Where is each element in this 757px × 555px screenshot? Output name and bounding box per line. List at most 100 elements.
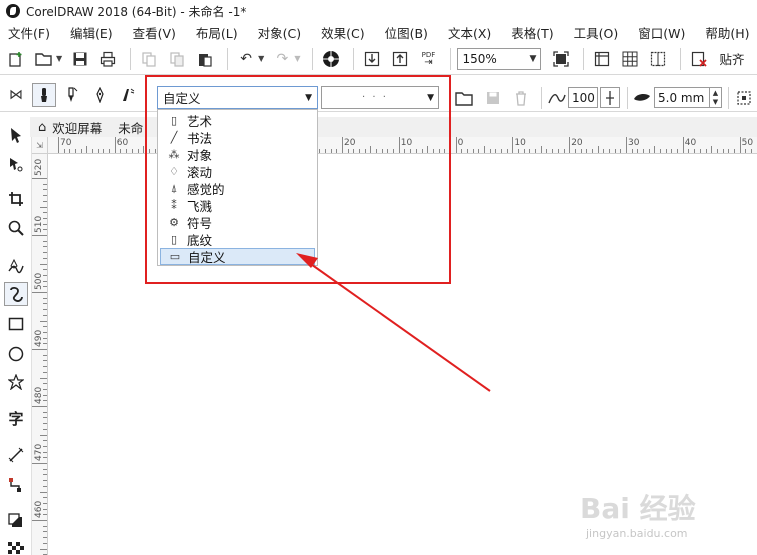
horizontal-ruler[interactable]: 7060504030201001020304050 (48, 137, 757, 154)
drop-shadow-tool-icon[interactable] (4, 509, 28, 533)
drawing-canvas[interactable] (48, 154, 757, 555)
menu-view[interactable]: 查看(V) (133, 23, 176, 42)
copy-icon[interactable] (165, 47, 189, 71)
snap-to-label[interactable]: 贴齐 (719, 49, 744, 68)
ruler-minor-tick (154, 149, 156, 153)
stroke-width-spinner[interactable]: ▲ ▼ (710, 87, 722, 108)
artistic-media-tool-icon[interactable] (4, 282, 28, 306)
save-icon[interactable] (68, 47, 92, 71)
mirror-horizontal-icon[interactable]: ⋈ (4, 83, 28, 107)
menu-effects[interactable]: 效果(C) (321, 23, 364, 42)
export-icon[interactable] (388, 47, 412, 71)
brush-stroke-preview: · · · (362, 92, 388, 103)
menu-layout[interactable]: 布局(L) (196, 23, 238, 42)
stroke-width-field[interactable]: 5.0 mm (654, 87, 710, 108)
preset-item[interactable]: ⚙ 符号 (160, 214, 315, 231)
ruler-minor-tick (43, 542, 47, 544)
zoom-tool-icon[interactable] (4, 216, 28, 240)
publish-pdf-icon[interactable]: PDF ⇥ (416, 47, 440, 71)
menu-object[interactable]: 对象(C) (258, 23, 301, 42)
smoothing-slider-icon[interactable] (600, 87, 620, 108)
import-icon[interactable] (360, 47, 384, 71)
save-stroke-icon[interactable] (484, 89, 502, 107)
ruler-minor-tick (472, 149, 474, 153)
show-grid-icon[interactable] (618, 47, 642, 71)
paste-icon[interactable] (193, 47, 217, 71)
ruler-minor-tick (529, 149, 531, 153)
preset-item[interactable]: ⁂ 对象 (160, 146, 315, 163)
ruler-minor-tick (137, 149, 139, 153)
calligraphic-mode-icon[interactable] (116, 83, 140, 107)
text-tool-icon[interactable]: 字 (4, 406, 28, 430)
new-document-icon[interactable] (4, 47, 28, 71)
spin-down-icon[interactable]: ▼ (713, 98, 718, 107)
ellipse-tool-icon[interactable] (4, 342, 28, 366)
search-content-icon[interactable] (319, 47, 343, 71)
connector-tool-icon[interactable] (4, 473, 28, 497)
brush-mode-icon[interactable] (60, 83, 84, 107)
star-polygon-tool-icon[interactable] (4, 370, 28, 394)
preset-mode-brush-icon[interactable] (32, 82, 56, 107)
shape-tool-icon[interactable] (4, 152, 28, 176)
ruler-label: 500 (34, 272, 44, 290)
redo-dropdown-chevron-icon[interactable]: ▼ (294, 54, 300, 63)
bounding-box-icon[interactable] (735, 89, 753, 107)
smoothing-field[interactable]: 100 (568, 87, 598, 108)
open-folder-icon[interactable] (32, 47, 56, 71)
preset-item[interactable]: ▯ 艺术 (160, 112, 315, 129)
open-dropdown-chevron-icon[interactable]: ▼ (56, 54, 62, 63)
ruler-major-tick (114, 137, 116, 153)
menu-text[interactable]: 文本(X) (448, 23, 491, 42)
undo-dropdown-chevron-icon[interactable]: ▼ (258, 54, 264, 63)
stroke-chevron-down-icon[interactable]: ▼ (427, 93, 434, 103)
redo-icon[interactable]: ↷ (270, 47, 294, 71)
crop-tool-icon[interactable] (4, 187, 28, 211)
snap-off-icon[interactable] (687, 47, 711, 71)
preset-item[interactable]: ▯ 底纹 (160, 231, 315, 248)
preset-category-combo[interactable]: 自定义 ▼ (157, 86, 318, 109)
preset-item[interactable]: ╱ 书法 (160, 129, 315, 146)
browse-folder-icon[interactable] (455, 89, 473, 107)
parallel-dimension-tool-icon[interactable] (4, 443, 28, 467)
menu-edit[interactable]: 编辑(E) (70, 23, 113, 42)
preset-chevron-down-icon[interactable]: ▼ (305, 93, 312, 103)
rectangle-tool-icon[interactable] (4, 312, 28, 336)
cut-icon[interactable] (137, 47, 161, 71)
toolbar-separator (227, 47, 229, 70)
menu-table[interactable]: 表格(T) (511, 23, 553, 42)
menu-help[interactable]: 帮助(H) (705, 23, 749, 42)
tab-welcome-screen[interactable]: ⌂ 欢迎屏幕 (30, 117, 110, 137)
brush-stroke-combo[interactable]: · · · ▼ (321, 86, 439, 109)
preset-item[interactable]: ♢ 滚动 (160, 163, 315, 180)
preset-item[interactable]: ▭ 自定义 (160, 248, 315, 265)
pdf-arrow-icon: ⇥ (424, 56, 433, 68)
ruler-minor-tick (728, 149, 730, 153)
transparency-tool-icon[interactable] (4, 537, 28, 555)
freehand-tool-icon[interactable] (4, 254, 28, 278)
tab-untitled[interactable]: 未命 (110, 117, 151, 137)
menu-tools[interactable]: 工具(O) (574, 23, 619, 42)
menu-bitmaps[interactable]: 位图(B) (385, 23, 428, 42)
preset-item[interactable]: ⁑ 飞溅 (160, 197, 315, 214)
zoom-level-combo[interactable]: 150% ▼ (457, 47, 542, 70)
preset-item[interactable]: ⍋ 感觉的 (160, 180, 315, 198)
pick-tool-icon[interactable] (4, 123, 28, 147)
menu-window[interactable]: 窗口(W) (638, 23, 685, 42)
show-rulers-icon[interactable] (590, 47, 614, 71)
print-icon[interactable] (96, 47, 120, 71)
texture-brush-icon: ▯ (170, 233, 178, 246)
stroke-width-value: 5.0 mm (658, 90, 705, 105)
ruler-origin-corner[interactable]: ⇲ (32, 137, 48, 154)
zoom-chevron-down-icon[interactable]: ▼ (530, 54, 537, 64)
full-screen-preview-icon[interactable] (549, 47, 573, 71)
sprayer-mode-icon[interactable] (88, 83, 112, 107)
ruler-major-tick (32, 520, 47, 521)
menu-file[interactable]: 文件(F) (8, 23, 50, 42)
delete-trash-icon[interactable] (512, 89, 530, 107)
toolbox: 字 (0, 117, 32, 555)
vertical-ruler[interactable]: 520 510 500 490 480 470 460 (32, 154, 48, 555)
spin-up-icon[interactable]: ▲ (713, 89, 718, 98)
ruler-minor-tick (387, 149, 389, 153)
show-guidelines-icon[interactable] (646, 47, 670, 71)
undo-icon[interactable]: ↶ (234, 47, 258, 71)
